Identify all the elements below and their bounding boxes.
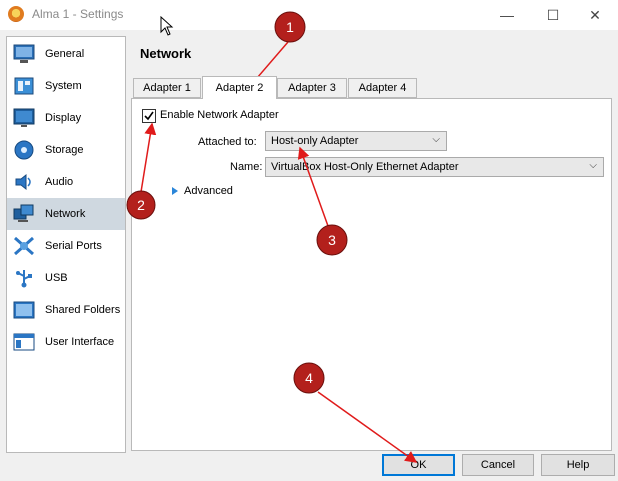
checkmark-icon xyxy=(144,111,154,121)
adapter-name-select[interactable]: VirtualBox Host-Only Ethernet Adapter ⌵ xyxy=(265,157,604,177)
display-icon xyxy=(13,107,35,129)
attached-to-select[interactable]: Host-only Adapter ⌵ xyxy=(265,131,447,151)
mouse-cursor-icon xyxy=(160,16,174,36)
tab-adapter-3[interactable]: Adapter 3 xyxy=(277,78,347,98)
sidebar-item-user-interface[interactable]: User Interface xyxy=(7,326,125,358)
serial-ports-icon xyxy=(13,235,35,257)
sidebar-item-label: Storage xyxy=(45,144,84,156)
usb-icon xyxy=(13,267,35,289)
sidebar-item-label: General xyxy=(45,48,85,60)
sidebar-item-label: User Interface xyxy=(45,336,115,348)
help-button[interactable]: Help xyxy=(541,454,615,476)
ok-button[interactable]: OK xyxy=(382,454,455,476)
virtualbox-app-icon xyxy=(8,6,24,22)
sidebar-item-general[interactable]: General xyxy=(7,38,125,70)
enable-adapter-checkbox[interactable] xyxy=(142,109,156,123)
general-icon xyxy=(13,43,35,65)
system-icon xyxy=(13,75,35,97)
page-title: Network xyxy=(140,46,192,61)
chevron-down-icon: ⌵ xyxy=(432,134,440,145)
enable-adapter-label[interactable]: Enable Network Adapter xyxy=(160,109,279,121)
chevron-down-icon: ⌵ xyxy=(589,160,597,171)
sidebar-item-audio[interactable]: Audio xyxy=(7,166,125,198)
settings-sidebar: General System Display Storage Audio Net… xyxy=(6,36,126,453)
advanced-label: Advanced xyxy=(184,185,233,197)
attached-to-value: Host-only Adapter xyxy=(271,135,359,147)
sidebar-item-label: Display xyxy=(45,112,82,124)
sidebar-item-display[interactable]: Display xyxy=(7,102,125,134)
name-label: Name: xyxy=(230,161,263,173)
sidebar-item-label: Shared Folders xyxy=(45,304,121,316)
tab-adapter-1[interactable]: Adapter 1 xyxy=(133,78,201,98)
window-title: Alma 1 - Settings xyxy=(32,7,124,21)
sidebar-item-serial-ports[interactable]: Serial Ports xyxy=(7,230,125,262)
minimize-button[interactable]: — xyxy=(484,0,530,30)
network-icon xyxy=(13,203,35,225)
close-button[interactable]: ✕ xyxy=(572,0,618,30)
sidebar-item-shared-folders[interactable]: Shared Folders xyxy=(7,294,125,326)
tab-adapter-2[interactable]: Adapter 2 xyxy=(202,76,277,99)
sidebar-item-label: System xyxy=(45,80,82,92)
expand-arrow-icon xyxy=(172,187,178,195)
audio-icon xyxy=(13,171,35,193)
sidebar-item-label: USB xyxy=(45,272,68,284)
sidebar-item-network[interactable]: Network xyxy=(7,198,125,230)
maximize-button[interactable]: ☐ xyxy=(530,0,576,30)
sidebar-item-label: Audio xyxy=(45,176,74,188)
adapter-name-value: VirtualBox Host-Only Ethernet Adapter xyxy=(271,161,459,173)
sidebar-item-label: Network xyxy=(45,208,86,220)
sidebar-item-label: Serial Ports xyxy=(45,240,102,252)
attached-to-label: Attached to: xyxy=(198,136,257,148)
tab-adapter-4[interactable]: Adapter 4 xyxy=(348,78,417,98)
title-bar: Alma 1 - Settings — ☐ ✕ xyxy=(0,0,618,30)
cancel-button[interactable]: Cancel xyxy=(462,454,534,476)
user-interface-icon xyxy=(13,331,35,353)
sidebar-item-system[interactable]: System xyxy=(7,70,125,102)
shared-folders-icon xyxy=(13,299,35,321)
sidebar-item-usb[interactable]: USB xyxy=(7,262,125,294)
storage-icon xyxy=(13,139,35,161)
sidebar-item-storage[interactable]: Storage xyxy=(7,134,125,166)
